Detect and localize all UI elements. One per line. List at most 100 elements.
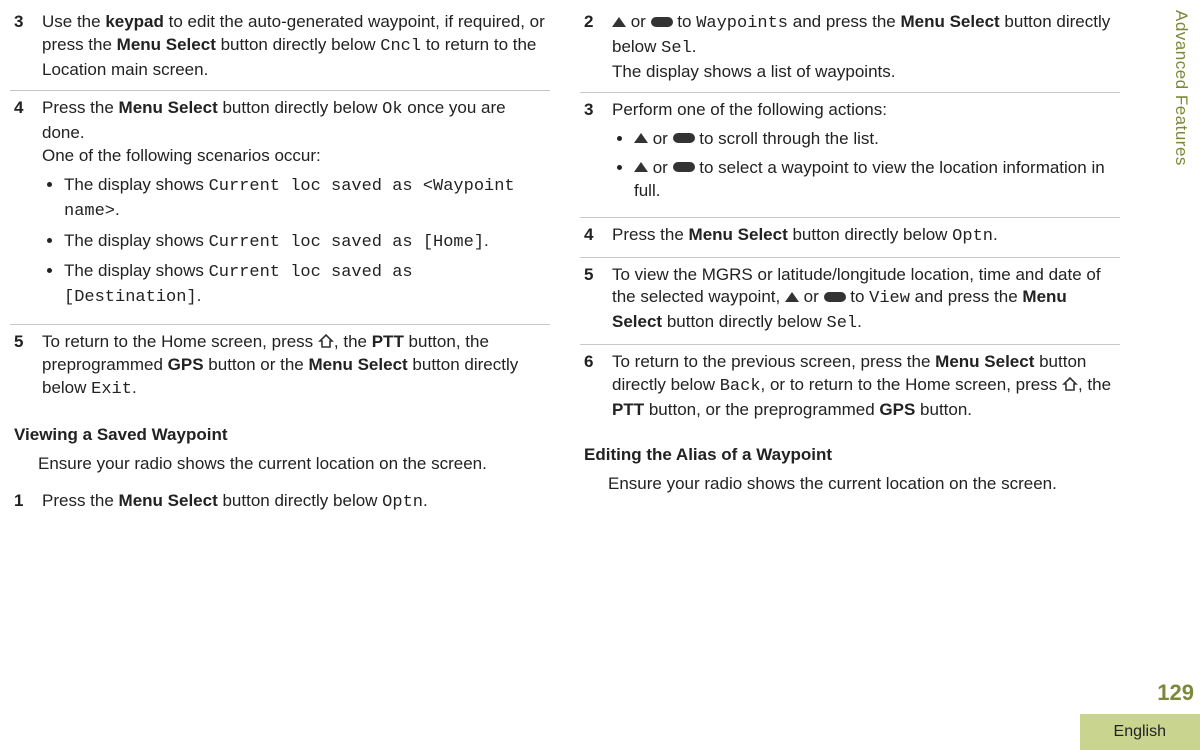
step-3r: 3 Perform one of the following actions: … bbox=[580, 93, 1120, 218]
up-arrow-icon bbox=[612, 17, 626, 27]
text-bold: keypad bbox=[105, 12, 164, 31]
text: Perform one of the following actions: bbox=[612, 100, 887, 119]
list-item: The display shows Current loc saved as <… bbox=[64, 174, 550, 224]
step-number: 5 bbox=[10, 331, 42, 402]
text: and press the bbox=[910, 287, 1022, 306]
step-5r: 5 To view the MGRS or latitude/longitude… bbox=[580, 258, 1120, 346]
text-mono: Waypoints bbox=[696, 14, 788, 33]
text: . bbox=[423, 491, 428, 510]
step-body: or to Waypoints and press the Menu Selec… bbox=[612, 11, 1120, 84]
text-mono: Sel bbox=[661, 39, 692, 58]
text-mono: Sel bbox=[827, 314, 858, 333]
text: to bbox=[846, 287, 870, 306]
text: Press the bbox=[42, 98, 119, 117]
text-mono: Optn bbox=[952, 227, 993, 246]
text: or bbox=[648, 129, 673, 148]
text: . bbox=[692, 37, 697, 56]
right-column: 2 or to Waypoints and press the Menu Sel… bbox=[570, 5, 1140, 523]
right-arrow-icon bbox=[673, 133, 695, 143]
step-2: 2 or to Waypoints and press the Menu Sel… bbox=[580, 5, 1120, 93]
step-body: Press the Menu Select button directly be… bbox=[42, 97, 550, 317]
text: or bbox=[799, 287, 824, 306]
text: The display shows bbox=[64, 261, 209, 280]
section-label: Advanced Features bbox=[1169, 10, 1192, 166]
left-column: 3 Use the keypad to edit the auto-genera… bbox=[10, 5, 570, 523]
text: button directly below bbox=[218, 491, 382, 510]
list-item: The display shows Current loc saved as [… bbox=[64, 230, 550, 255]
language-box: English bbox=[1080, 714, 1200, 750]
up-arrow-icon bbox=[634, 133, 648, 143]
section-heading: Editing the Alias of a Waypoint bbox=[584, 444, 1120, 467]
step-number: 4 bbox=[580, 224, 612, 249]
step-number: 6 bbox=[580, 351, 612, 422]
text-bold: Menu Select bbox=[308, 355, 407, 374]
list-item: or to scroll through the list. bbox=[634, 128, 1120, 151]
step-number: 3 bbox=[10, 11, 42, 82]
text: Press the bbox=[612, 225, 689, 244]
up-arrow-icon bbox=[785, 292, 799, 302]
intro-text: Ensure your radio shows the current loca… bbox=[38, 453, 550, 476]
step-body: To view the MGRS or latitude/longitude l… bbox=[612, 264, 1120, 337]
home-icon bbox=[1062, 374, 1078, 397]
text: The display shows a list of waypoints. bbox=[612, 62, 895, 81]
step-body: Press the Menu Select button directly be… bbox=[612, 224, 1120, 249]
list-item: or to select a waypoint to view the loca… bbox=[634, 157, 1120, 203]
text-bold: Menu Select bbox=[689, 225, 788, 244]
text-bold: Menu Select bbox=[935, 352, 1034, 371]
text: . bbox=[484, 231, 489, 250]
text-mono: Ok bbox=[382, 100, 402, 119]
text: or bbox=[648, 158, 673, 177]
text-bold: GPS bbox=[168, 355, 204, 374]
right-arrow-icon bbox=[824, 292, 846, 302]
step-body: To return to the previous screen, press … bbox=[612, 351, 1120, 422]
text: Use the bbox=[42, 12, 105, 31]
list-item: The display shows Current loc saved as [… bbox=[64, 260, 550, 310]
text: To return to the previous screen, press … bbox=[612, 352, 935, 371]
text: button, or the preprogrammed bbox=[644, 400, 879, 419]
step-number: 2 bbox=[580, 11, 612, 84]
step-number: 4 bbox=[10, 97, 42, 317]
text: , the bbox=[334, 332, 372, 351]
text-mono: Current loc saved as [Home] bbox=[209, 233, 484, 252]
text: . bbox=[115, 200, 120, 219]
text: . bbox=[132, 378, 137, 397]
step-number: 3 bbox=[580, 99, 612, 209]
text: button directly below bbox=[218, 98, 382, 117]
text: To return to the Home screen, press bbox=[42, 332, 318, 351]
scenario-list: The display shows Current loc saved as <… bbox=[42, 174, 550, 311]
text-bold: Menu Select bbox=[119, 491, 218, 510]
right-arrow-icon bbox=[651, 17, 673, 27]
text-bold: Menu Select bbox=[117, 35, 216, 54]
page-number: 129 bbox=[1157, 678, 1194, 708]
text-bold: Menu Select bbox=[900, 12, 999, 31]
text-bold: PTT bbox=[372, 332, 404, 351]
text: The display shows bbox=[64, 231, 209, 250]
up-arrow-icon bbox=[634, 162, 648, 172]
step-body: To return to the Home screen, press , th… bbox=[42, 331, 550, 402]
step-body: Press the Menu Select button directly be… bbox=[42, 490, 550, 515]
text-mono: View bbox=[869, 289, 910, 308]
text: . bbox=[197, 286, 202, 305]
page-body: 3 Use the keypad to edit the auto-genera… bbox=[0, 0, 1160, 523]
home-icon bbox=[318, 331, 334, 354]
text-mono: Back bbox=[720, 377, 761, 396]
step-number: 5 bbox=[580, 264, 612, 337]
text: button or the bbox=[204, 355, 309, 374]
step-5: 5 To return to the Home screen, press , … bbox=[10, 325, 550, 410]
text-bold: Menu Select bbox=[119, 98, 218, 117]
text: button directly below bbox=[216, 35, 380, 54]
step-4: 4 Press the Menu Select button directly … bbox=[10, 91, 550, 326]
text: One of the following scenarios occur: bbox=[42, 146, 321, 165]
text: . bbox=[993, 225, 998, 244]
text-bold: GPS bbox=[879, 400, 915, 419]
text: Press the bbox=[42, 491, 119, 510]
text: . bbox=[857, 312, 862, 331]
text: button. bbox=[915, 400, 972, 419]
text-mono: Optn bbox=[382, 493, 423, 512]
step-number: 1 bbox=[10, 490, 42, 515]
text: to select a waypoint to view the locatio… bbox=[634, 158, 1105, 200]
intro-text: Ensure your radio shows the current loca… bbox=[608, 473, 1120, 496]
text-mono: Exit bbox=[91, 380, 132, 399]
step-3: 3 Use the keypad to edit the auto-genera… bbox=[10, 5, 550, 91]
action-list: or to scroll through the list. or to sel… bbox=[612, 128, 1120, 203]
